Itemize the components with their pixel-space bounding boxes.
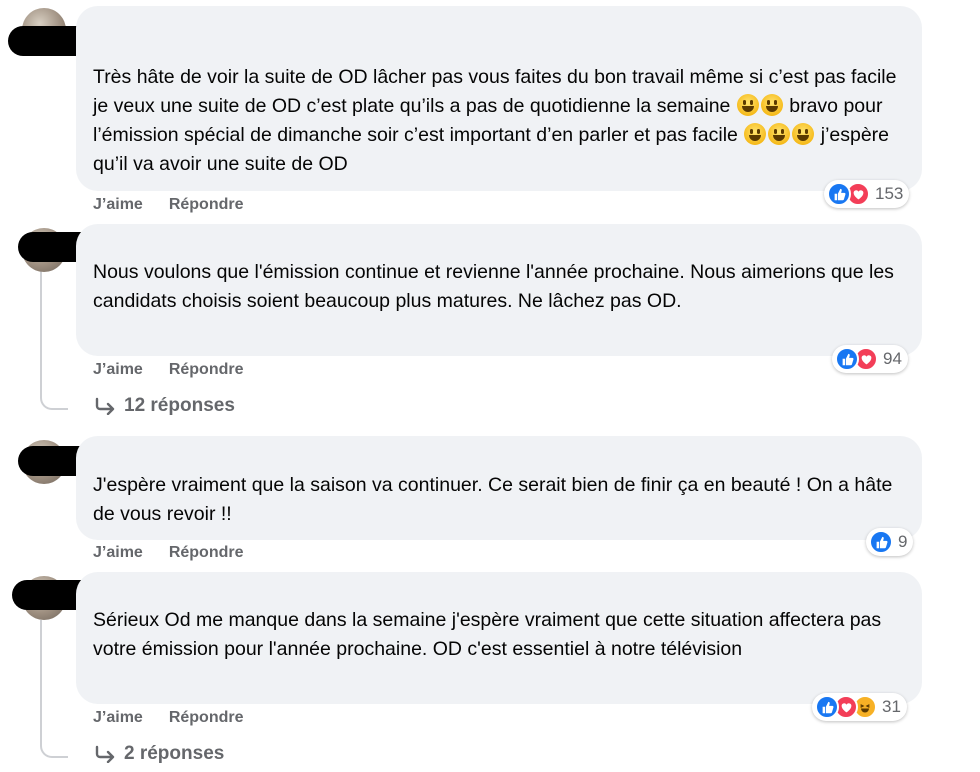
reply-arrow-icon [95,397,115,415]
reaction-summary[interactable]: 31 [812,693,907,721]
view-replies-button[interactable]: 12 réponses [94,395,235,417]
like-button[interactable]: J’aime [93,709,143,727]
grinning-face-emoji-icon [768,123,791,145]
reaction-summary[interactable]: 94 [832,345,908,373]
thread-connector [40,270,68,410]
like-button[interactable]: J’aime [93,544,143,562]
replies-count-label: 2 réponses [124,743,225,764]
like-icon [869,530,893,554]
thread-connector [40,620,68,758]
replies-count-label: 12 réponses [124,395,235,416]
comment-text: J'espère vraiment que la saison va conti… [93,474,893,525]
like-icon [827,182,851,206]
grinning-face-emoji-icon [760,94,783,116]
reaction-summary[interactable]: 9 [866,528,914,556]
grinning-face-emoji-icon [736,94,759,116]
comment-text: Très hâte de voir la suite de OD lâcher … [93,63,913,179]
comment-actions: J’aime Répondre [93,544,243,562]
reply-button[interactable]: Répondre [169,361,244,379]
reaction-count: 31 [882,697,901,716]
reaction-count: 9 [898,532,908,551]
comment-actions: J’aime Répondre [93,196,243,214]
view-replies-button[interactable]: 2 réponses [94,743,224,765]
reaction-count: 153 [875,184,904,203]
comment-actions: J’aime Répondre [93,361,243,379]
like-button[interactable]: J’aime [93,361,143,379]
grinning-face-emoji-icon [792,123,815,145]
reply-button[interactable]: Répondre [169,544,244,562]
reply-button[interactable]: Répondre [169,709,244,727]
reaction-count: 94 [883,349,902,368]
like-icon [815,695,839,719]
comment-actions: J’aime Répondre [93,709,243,727]
reaction-summary[interactable]: 153 [824,180,910,208]
grinning-face-emoji-icon [744,123,767,145]
comment-text: Nous voulons que l'émission continue et … [93,261,894,312]
comment-text: Sérieux Od me manque dans la semaine j'e… [93,609,882,660]
like-button[interactable]: J’aime [93,196,143,214]
reply-arrow-icon [95,745,115,763]
like-icon [835,347,859,371]
reply-button[interactable]: Répondre [169,196,244,214]
